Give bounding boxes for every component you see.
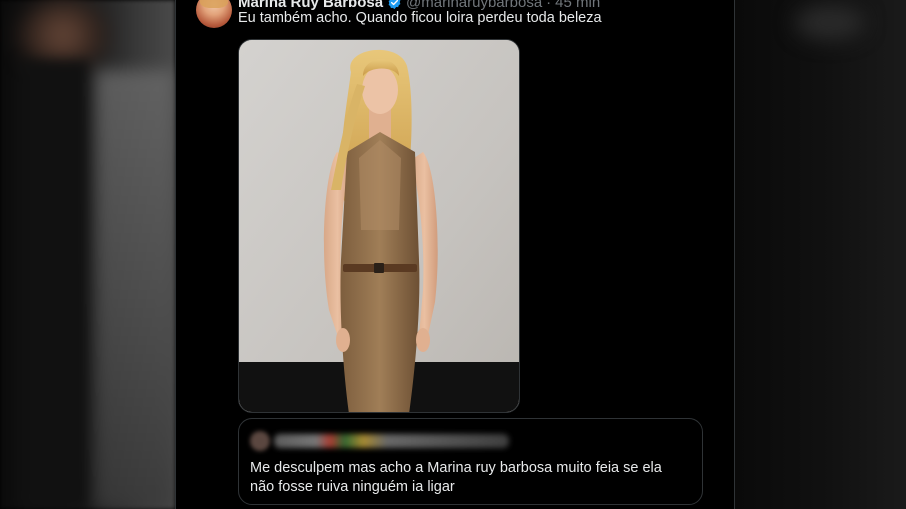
quoted-tweet[interactable]: Me desculpem mas acho a Marina ruy barbo… [238,418,703,505]
tweet-photo[interactable] [238,39,520,413]
more-options-icon[interactable] [674,0,694,6]
separator-dot: · [546,0,552,11]
verified-badge-icon [388,0,401,9]
blurred-shape [20,60,90,509]
blurred-shape [795,5,865,40]
photo-of-woman-in-brown-halter-dress [239,40,519,412]
tweet-timestamp[interactable]: 45 min [555,0,600,11]
author-display-name[interactable]: Marina Ruy Barbosa [238,0,383,11]
quoted-author-avatar-blurred [250,431,270,451]
quoted-tweet-text: Me desculpem mas acho a Marina ruy barbo… [250,460,662,495]
author-avatar[interactable] [196,0,232,28]
tweet-text: Eu também acho. Quando ficou loira perde… [238,10,602,26]
blurred-shape [95,70,175,509]
quoted-tweet-header [250,431,509,451]
quoted-author-name-blurred [274,434,509,448]
blurred-background-right [735,0,906,509]
author-handle[interactable]: @marinaruybarbosa [406,0,542,11]
blurred-background-left [0,0,175,509]
tweet-column: Marina Ruy Barbosa @marinaruybarbosa · 4… [175,0,735,509]
